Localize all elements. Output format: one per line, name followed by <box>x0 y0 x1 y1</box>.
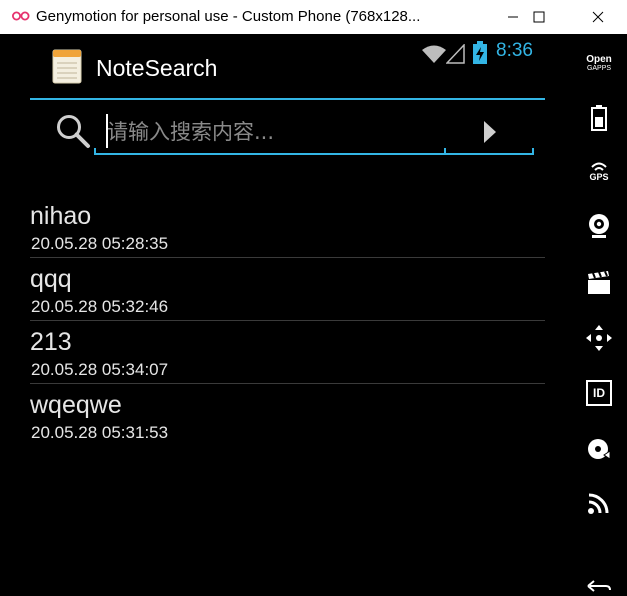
underline-tick-mid <box>444 148 446 155</box>
note-date: 20.05.28 05:28:35 <box>31 234 169 253</box>
search-input-underline <box>94 153 534 155</box>
close-icon <box>592 11 604 23</box>
network-button[interactable] <box>580 484 618 522</box>
clapperboard-icon <box>588 271 610 294</box>
note-title: nihao <box>30 202 92 230</box>
note-date: 20.05.28 05:32:46 <box>31 297 169 316</box>
dpad-icon <box>586 325 612 351</box>
gps-icon: GPS <box>589 162 609 182</box>
note-item[interactable]: qqq 20.05.28 05:32:46 <box>0 259 566 321</box>
status-time: 8:36 <box>496 40 533 61</box>
notepad-icon <box>52 49 82 84</box>
app-title: NoteSearch <box>96 55 218 81</box>
rss-icon <box>588 493 609 514</box>
note-item[interactable]: wqeqwe 20.05.28 05:31:53 <box>0 385 566 447</box>
opengapps-icon: Open GAPPS <box>586 53 612 72</box>
search-go-button[interactable] <box>468 114 512 150</box>
list-divider <box>30 320 545 321</box>
signal-icon <box>446 44 465 64</box>
status-bar <box>0 0 566 36</box>
close-button[interactable] <box>575 0 621 34</box>
actionbar-divider <box>30 98 545 100</box>
battery-button[interactable] <box>580 99 618 137</box>
emulator-window: Genymotion for personal use - Custom Pho… <box>0 0 627 596</box>
battery-charging-icon <box>473 41 487 64</box>
play-arrow-icon <box>484 121 496 143</box>
note-date: 20.05.28 05:31:53 <box>31 423 169 442</box>
note-date: 20.05.28 05:34:07 <box>31 360 169 379</box>
battery-icon <box>591 105 607 131</box>
back-icon <box>587 580 611 592</box>
disk-io-button[interactable] <box>580 430 618 468</box>
id-icon: ID <box>586 380 612 406</box>
note-title: 213 <box>30 328 72 356</box>
wifi-icon <box>422 45 446 63</box>
underline-tick-left <box>94 148 96 155</box>
note-title: wqeqwe <box>30 391 122 419</box>
list-divider <box>30 257 545 258</box>
note-item[interactable]: nihao 20.05.28 05:28:35 <box>0 196 566 258</box>
list-divider <box>30 383 545 384</box>
back-button[interactable] <box>580 576 618 596</box>
note-title: qqq <box>30 265 72 293</box>
camera-button[interactable] <box>580 207 618 245</box>
media-button[interactable] <box>580 264 618 302</box>
disk-icon <box>588 439 611 460</box>
underline-tick-right <box>532 148 534 155</box>
device-id-button[interactable]: ID <box>580 374 618 412</box>
opengapps-button[interactable]: Open GAPPS <box>580 44 618 82</box>
gps-button[interactable]: GPS <box>580 153 618 191</box>
search-icon[interactable] <box>54 112 92 150</box>
text-cursor <box>106 114 108 148</box>
search-input[interactable] <box>95 112 444 152</box>
camera-icon <box>589 214 609 238</box>
note-item[interactable]: 213 20.05.28 05:34:07 <box>0 322 566 384</box>
dpad-button[interactable] <box>580 319 618 357</box>
